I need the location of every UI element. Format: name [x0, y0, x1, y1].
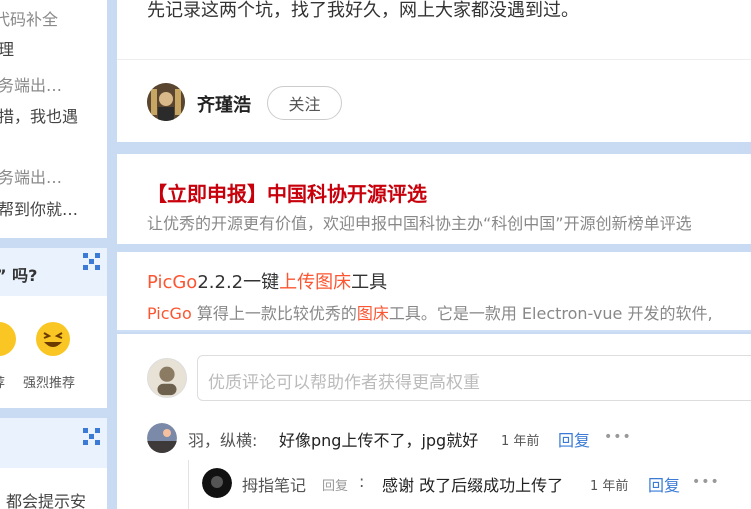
replier-avatar[interactable]	[202, 468, 232, 498]
recommend-title[interactable]: PicGo2.2.2一键上传图床工具	[147, 268, 387, 294]
article-last-line: 先记录这两个坑，找了我好久，网上大家都没遇到过。	[147, 0, 579, 21]
current-user-avatar	[147, 358, 187, 398]
recommend-title[interactable]: 【立即申报】中国科协开源评选	[147, 178, 427, 207]
author-bar: 齐瑾浩 关注	[117, 60, 751, 142]
author-name[interactable]: 齐瑾浩	[197, 91, 251, 117]
reply-button[interactable]: 回复	[648, 472, 680, 496]
related-articles-card: 代码补全 理 务端出… 措，我也遇 务端出… 帮到你就…	[0, 0, 107, 238]
related-item-desc: 措，我也遇	[0, 107, 79, 126]
vote-question: ” 吗?	[0, 266, 38, 285]
replier-name[interactable]: 拇指笔记	[242, 472, 306, 496]
reply-time: 1 年前	[590, 479, 629, 494]
sidebar-text: 都会提示安	[6, 492, 87, 509]
reply-button[interactable]: 回复	[558, 427, 590, 451]
laugh-emoji-icon[interactable]	[35, 321, 71, 357]
desc-text: 工具。它是一款用 Electron-vue 开发的软件,	[388, 304, 713, 323]
title-highlight: PicGo	[147, 272, 198, 293]
desc-highlight: PicGo	[147, 304, 192, 323]
grid-icon[interactable]	[83, 428, 101, 446]
reply-text: 感谢 改了后缀成功上传了	[382, 476, 564, 495]
commenter-avatar[interactable]	[147, 423, 177, 453]
title-highlight: 上传图床	[279, 272, 352, 293]
vote-card-header: ” 吗?	[0, 248, 107, 296]
desc-highlight: 图床	[356, 304, 389, 323]
more-dots-icon[interactable]: •••	[692, 474, 720, 490]
related-item-title[interactable]: 务端出…	[0, 72, 62, 96]
related-item-title[interactable]: 务端出…	[0, 164, 62, 188]
smile-emoji-icon[interactable]	[0, 322, 16, 356]
sidebar-card: 都会提示安	[0, 418, 107, 509]
vote-option-label: 荐	[0, 372, 5, 391]
vote-option-label: 强烈推荐	[23, 376, 76, 391]
related-item-desc: 理	[0, 40, 15, 59]
recommend-item[interactable]: PicGo2.2.2一键上传图床工具 PicGo 算得上一款比较优秀的图床工具。…	[117, 252, 751, 332]
comment-text: 好像png上传不了，jpg就好	[279, 431, 479, 450]
main-column: 先记录这两个坑，找了我好久，网上大家都没遇到过。 齐瑾浩 关注 【立即申报】中国…	[117, 0, 751, 509]
recommend-desc: PicGo 算得上一款比较优秀的图床工具。它是一款用 Electron-vue …	[147, 300, 713, 324]
left-sidebar: 代码补全 理 务端出… 措，我也遇 务端出… 帮到你就… ” 吗? 荐 强烈推荐	[0, 0, 107, 509]
comment-time: 1 年前	[501, 434, 540, 449]
sidebar-card-header	[0, 418, 107, 468]
title-text: 2.2.2一键	[197, 272, 280, 293]
reply-colon: :	[359, 472, 365, 491]
commenter-name[interactable]: 羽，纵横:	[188, 427, 257, 451]
follow-button[interactable]: 关注	[267, 86, 342, 120]
reply-thread-line	[188, 460, 189, 509]
desc-text: 算得上一款比较优秀的	[191, 304, 357, 323]
grid-icon[interactable]	[83, 253, 101, 271]
comment-input[interactable]: 优质评论可以帮助作者获得更高权重	[197, 355, 751, 401]
title-text: 工具	[351, 272, 388, 293]
article-end: 先记录这两个坑，找了我好久，网上大家都没遇到过。	[117, 0, 751, 60]
more-dots-icon[interactable]: •••	[604, 429, 632, 445]
vote-card: ” 吗? 荐 强烈推荐	[0, 248, 107, 408]
reply-tag: 回复	[322, 479, 349, 494]
related-item-title[interactable]: 代码补全	[0, 6, 58, 30]
recommend-item[interactable]: 【立即申报】中国科协开源评选 让优秀的开源更有价值，欢迎申报中国科协主办“科创中…	[117, 154, 751, 244]
author-avatar[interactable]	[147, 83, 185, 121]
recommend-desc: 让优秀的开源更有价值，欢迎申报中国科协主办“科创中国”开源创新榜单评选	[147, 214, 692, 233]
related-item-desc: 帮到你就…	[0, 200, 79, 219]
comment-section: 优质评论可以帮助作者获得更高权重 羽，纵横: 好像png上传不了，jpg就好 1…	[117, 334, 751, 509]
